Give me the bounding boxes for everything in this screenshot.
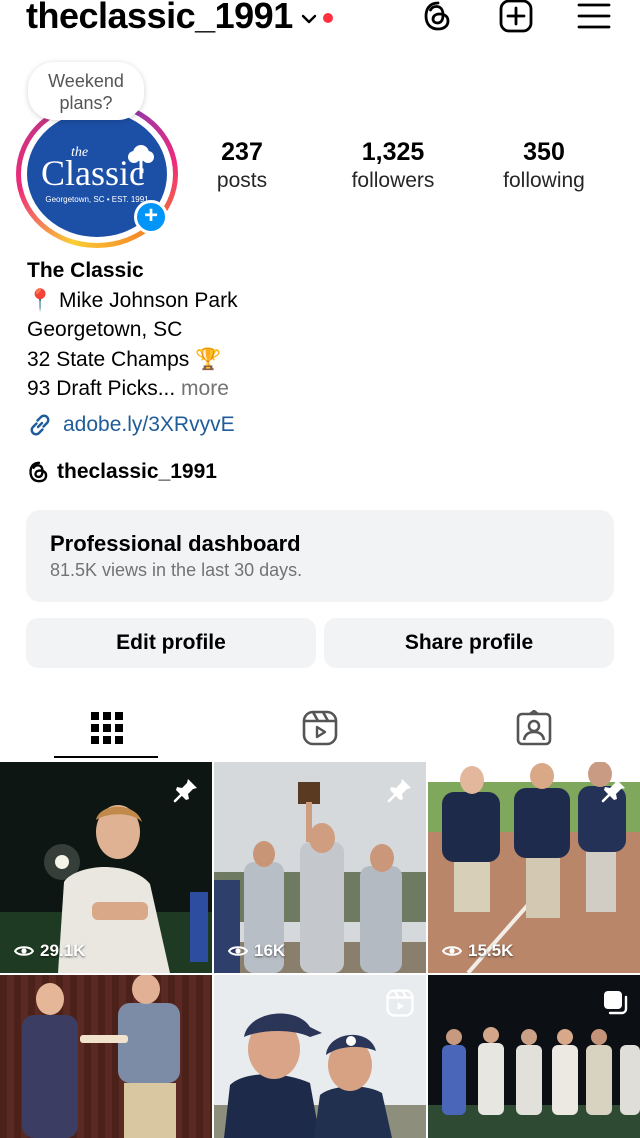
threads-handle[interactable]: theclassic_1991 xyxy=(57,460,217,484)
professional-dashboard[interactable]: Professional dashboard 81.5K views in th… xyxy=(26,510,614,602)
tab-grid[interactable] xyxy=(0,698,213,758)
view-count-text: 15.5K xyxy=(468,941,514,960)
stat-followers-label: followers xyxy=(351,169,435,192)
stat-following[interactable]: 350 following xyxy=(479,138,609,196)
pin-icon xyxy=(387,779,411,803)
post-thumbnail[interactable] xyxy=(214,975,426,1138)
post-image xyxy=(0,975,212,1138)
eye-icon xyxy=(228,946,248,956)
top-bar: theclassic_1991 xyxy=(0,0,640,40)
menu-icon[interactable] xyxy=(574,0,614,36)
stat-following-label: following xyxy=(503,169,585,192)
post-thumbnail[interactable] xyxy=(428,975,640,1138)
stat-followers[interactable]: 1,325 followers xyxy=(328,138,458,196)
bio-line-champs: 32 State Champs 🏆 xyxy=(27,347,222,371)
add-story-button[interactable]: + xyxy=(134,200,168,234)
pin-icon xyxy=(601,779,625,803)
bio-more-link[interactable]: more xyxy=(175,377,229,400)
bio: The Classic 📍 Mike Johnson Park Georgeto… xyxy=(27,256,617,484)
stat-following-value: 350 xyxy=(523,138,565,166)
create-post-icon[interactable] xyxy=(496,0,536,36)
threads-small-icon xyxy=(29,461,48,482)
grid-icon xyxy=(90,712,123,744)
link-icon xyxy=(30,414,50,435)
bio-draft-text: 93 Draft Picks... xyxy=(27,377,176,400)
view-count: 16K xyxy=(228,941,285,961)
reel-icon xyxy=(386,989,414,1017)
post-thumbnail[interactable]: 16K xyxy=(214,762,426,973)
pin-icon xyxy=(173,779,197,803)
bio-line-location: 📍 Mike Johnson Park xyxy=(27,288,238,312)
tab-reels[interactable] xyxy=(213,698,426,758)
account-switcher[interactable]: theclassic_1991 xyxy=(26,0,333,38)
carousel-icon xyxy=(604,991,628,1015)
dashboard-subtitle: 81.5K views in the last 30 days. xyxy=(50,560,303,580)
stat-posts[interactable]: 237 posts xyxy=(177,138,307,196)
view-count-text: 16K xyxy=(254,941,286,960)
threads-icon[interactable] xyxy=(418,0,458,36)
eye-icon xyxy=(442,946,462,956)
notification-dot xyxy=(322,13,333,23)
edit-profile-button[interactable]: Edit profile xyxy=(26,618,316,668)
active-tab-indicator xyxy=(54,756,158,758)
stat-posts-value: 237 xyxy=(221,138,263,166)
bio-link[interactable]: adobe.ly/3XRvyvE xyxy=(27,412,617,438)
bio-line-draft: 93 Draft Picks... more xyxy=(27,374,617,404)
palmetto-tree-icon xyxy=(128,145,154,179)
bio-link-text[interactable]: adobe.ly/3XRvyvE xyxy=(63,413,235,437)
share-profile-button[interactable]: Share profile xyxy=(324,618,614,668)
note-bubble[interactable]: Weekend plans? xyxy=(28,62,144,120)
view-count: 15.5K xyxy=(442,941,513,961)
post-thumbnail[interactable]: 15.5K xyxy=(428,762,640,973)
view-count: 29.1K xyxy=(14,941,85,961)
stat-followers-value: 1,325 xyxy=(361,138,425,166)
post-thumbnail[interactable] xyxy=(0,975,212,1138)
tagged-icon xyxy=(516,710,551,746)
dashboard-title: Professional dashboard xyxy=(50,531,301,556)
profile-name: The Classic xyxy=(27,259,144,282)
tab-tagged[interactable] xyxy=(427,698,640,758)
username[interactable]: theclassic_1991 xyxy=(26,0,293,38)
bio-line-city: Georgetown, SC xyxy=(27,318,183,341)
chevron-down-icon[interactable] xyxy=(301,13,317,25)
stat-posts-label: posts xyxy=(216,169,268,192)
post-thumbnail[interactable]: 29.1K xyxy=(0,762,212,973)
reels-icon xyxy=(302,710,337,746)
threads-badge[interactable]: theclassic_1991 xyxy=(27,460,617,484)
view-count-text: 29.1K xyxy=(40,941,86,960)
profile-avatar[interactable]: the Classic Georgetown, SC • EST. 1991 + xyxy=(16,100,178,248)
eye-icon xyxy=(14,946,34,956)
